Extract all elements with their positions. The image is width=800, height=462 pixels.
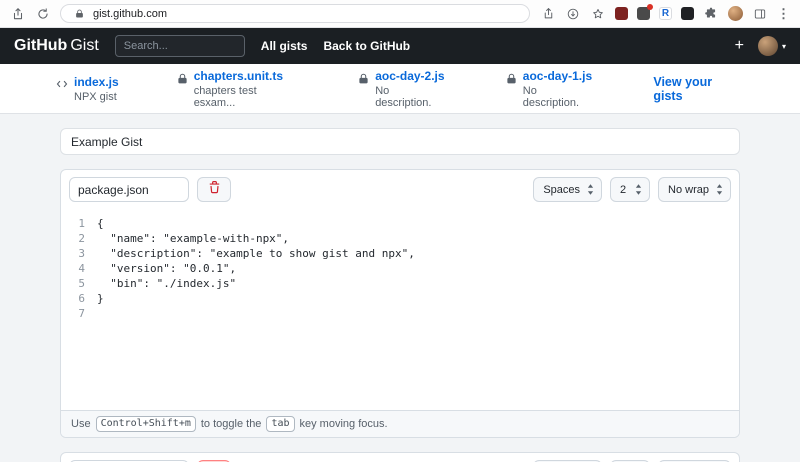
filename-input[interactable] xyxy=(69,177,189,202)
line-number: 5 xyxy=(61,276,97,291)
github-gist-logo[interactable]: GitHubGist xyxy=(14,37,99,55)
select-arrows-icon xyxy=(587,184,594,195)
kbd-control-shift-m: Control+Shift+m xyxy=(96,416,196,432)
header-nav: All gists Back to GitHub xyxy=(261,39,410,53)
browser-profile-avatar[interactable] xyxy=(728,6,743,21)
user-avatar xyxy=(758,36,778,56)
line-number: 2 xyxy=(61,231,97,246)
file-header: Spaces 2 No wrap xyxy=(61,170,739,209)
gist-desc: No description. xyxy=(523,85,596,109)
reload-icon[interactable] xyxy=(35,6,51,22)
extension-icon-3[interactable] xyxy=(681,7,694,20)
gist-item-aoc-day-1[interactable]: aoc-day-1.js No description. xyxy=(506,69,596,109)
code-line: 4 "version": "0.0.1", xyxy=(61,261,739,276)
chevron-down-icon: ▾ xyxy=(782,42,786,51)
address-bar[interactable]: gist.github.com xyxy=(60,4,530,23)
browser-menu-icon[interactable]: ⋮ xyxy=(777,7,790,20)
lock-icon xyxy=(71,6,87,22)
extension-icon-1[interactable] xyxy=(615,7,628,20)
hint-text: to toggle the xyxy=(201,418,262,430)
code-line: 5 "bin": "./index.js" xyxy=(61,276,739,291)
lock-icon xyxy=(358,71,369,89)
line-text: "bin": "./index.js" xyxy=(97,276,236,291)
new-gist-plus-button[interactable]: + xyxy=(735,37,744,55)
file-card-second: Spaces 2 No wrap xyxy=(60,452,740,462)
extension-icon-r[interactable]: R xyxy=(659,7,672,20)
line-text: "version": "0.0.1", xyxy=(97,261,236,276)
code-line: 3 "description": "example to show gist a… xyxy=(61,246,739,261)
line-text: { xyxy=(97,216,104,231)
indent-mode-value: Spaces xyxy=(543,184,580,196)
logo-github-text: GitHub xyxy=(14,37,67,54)
select-arrows-icon xyxy=(635,184,642,195)
line-text: "name": "example-with-npx", xyxy=(97,231,289,246)
indent-size-value: 2 xyxy=(620,184,628,196)
line-number: 6 xyxy=(61,291,97,306)
puzzle-extensions-icon[interactable] xyxy=(703,6,719,22)
extension-icon-2[interactable] xyxy=(637,7,650,20)
file-header: Spaces 2 No wrap xyxy=(61,453,739,462)
header-right: + ▾ xyxy=(735,36,786,56)
code-line: 2 "name": "example-with-npx", xyxy=(61,231,739,246)
gist-desc: chapters test esxam... xyxy=(194,85,301,109)
bookmark-star-icon[interactable] xyxy=(590,6,606,22)
share-icon[interactable] xyxy=(10,6,26,22)
line-number: 7 xyxy=(61,306,97,321)
github-gist-header: GitHubGist All gists Back to GitHub + ▾ xyxy=(0,28,800,64)
sidebar-toggle-icon[interactable] xyxy=(752,6,768,22)
gist-editor-main: Spaces 2 No wrap 1{ 2 "name": "example-w… xyxy=(0,114,800,462)
wrap-mode-value: No wrap xyxy=(668,184,709,196)
line-number: 1 xyxy=(61,216,97,231)
code-line: 7 xyxy=(61,306,739,321)
delete-file-button[interactable] xyxy=(197,177,231,202)
browser-chrome: gist.github.com R ⋮ xyxy=(0,0,800,28)
gist-name: chapters.unit.ts xyxy=(194,69,301,83)
code-line: 6} xyxy=(61,291,739,306)
indent-size-select[interactable]: 2 xyxy=(610,177,650,202)
view-your-gists-link[interactable]: View your gists xyxy=(653,75,744,103)
wrap-mode-select[interactable]: No wrap xyxy=(658,177,731,202)
editor-settings: Spaces 2 No wrap xyxy=(533,177,731,202)
code-line: 1{ xyxy=(61,216,739,231)
logo-gist-text: Gist xyxy=(70,37,98,54)
gist-desc: No description. xyxy=(375,85,448,109)
line-text: } xyxy=(97,291,104,306)
browser-toolbar-icons: R ⋮ xyxy=(540,6,790,22)
trash-icon xyxy=(208,181,221,199)
hint-text: Use xyxy=(71,418,91,430)
nav-all-gists[interactable]: All gists xyxy=(261,39,308,53)
gist-desc: NPX gist xyxy=(74,91,119,103)
gist-name: aoc-day-2.js xyxy=(375,69,448,83)
nav-back-to-github[interactable]: Back to GitHub xyxy=(323,39,410,53)
file-card-package-json: Spaces 2 No wrap 1{ 2 "name": "example-w… xyxy=(60,169,740,438)
code-icon xyxy=(56,77,68,95)
lock-icon xyxy=(506,71,517,89)
select-arrows-icon xyxy=(716,184,723,195)
user-menu[interactable]: ▾ xyxy=(758,36,786,56)
download-icon[interactable] xyxy=(565,6,581,22)
line-number: 3 xyxy=(61,246,97,261)
gist-item-index-js[interactable]: index.js NPX gist xyxy=(56,75,119,103)
search-input[interactable] xyxy=(115,35,245,57)
lock-icon xyxy=(177,71,188,89)
gist-description-input[interactable] xyxy=(60,128,740,155)
gist-item-aoc-day-2[interactable]: aoc-day-2.js No description. xyxy=(358,69,448,109)
recent-gists-bar: index.js NPX gist chapters.unit.ts chapt… xyxy=(0,64,800,114)
gist-name: aoc-day-1.js xyxy=(523,69,596,83)
code-editor[interactable]: 1{ 2 "name": "example-with-npx", 3 "desc… xyxy=(61,209,739,410)
url-text: gist.github.com xyxy=(93,8,167,20)
editor-hint-footer: Use Control+Shift+m to toggle the tab ke… xyxy=(61,410,739,437)
gist-name: index.js xyxy=(74,75,119,89)
kbd-tab: tab xyxy=(266,416,294,432)
gist-item-chapters[interactable]: chapters.unit.ts chapters test esxam... xyxy=(177,69,301,109)
share-page-icon[interactable] xyxy=(540,6,556,22)
line-text: "description": "example to show gist and… xyxy=(97,246,415,261)
indent-mode-select[interactable]: Spaces xyxy=(533,177,602,202)
hint-text: key moving focus. xyxy=(300,418,388,430)
line-number: 4 xyxy=(61,261,97,276)
